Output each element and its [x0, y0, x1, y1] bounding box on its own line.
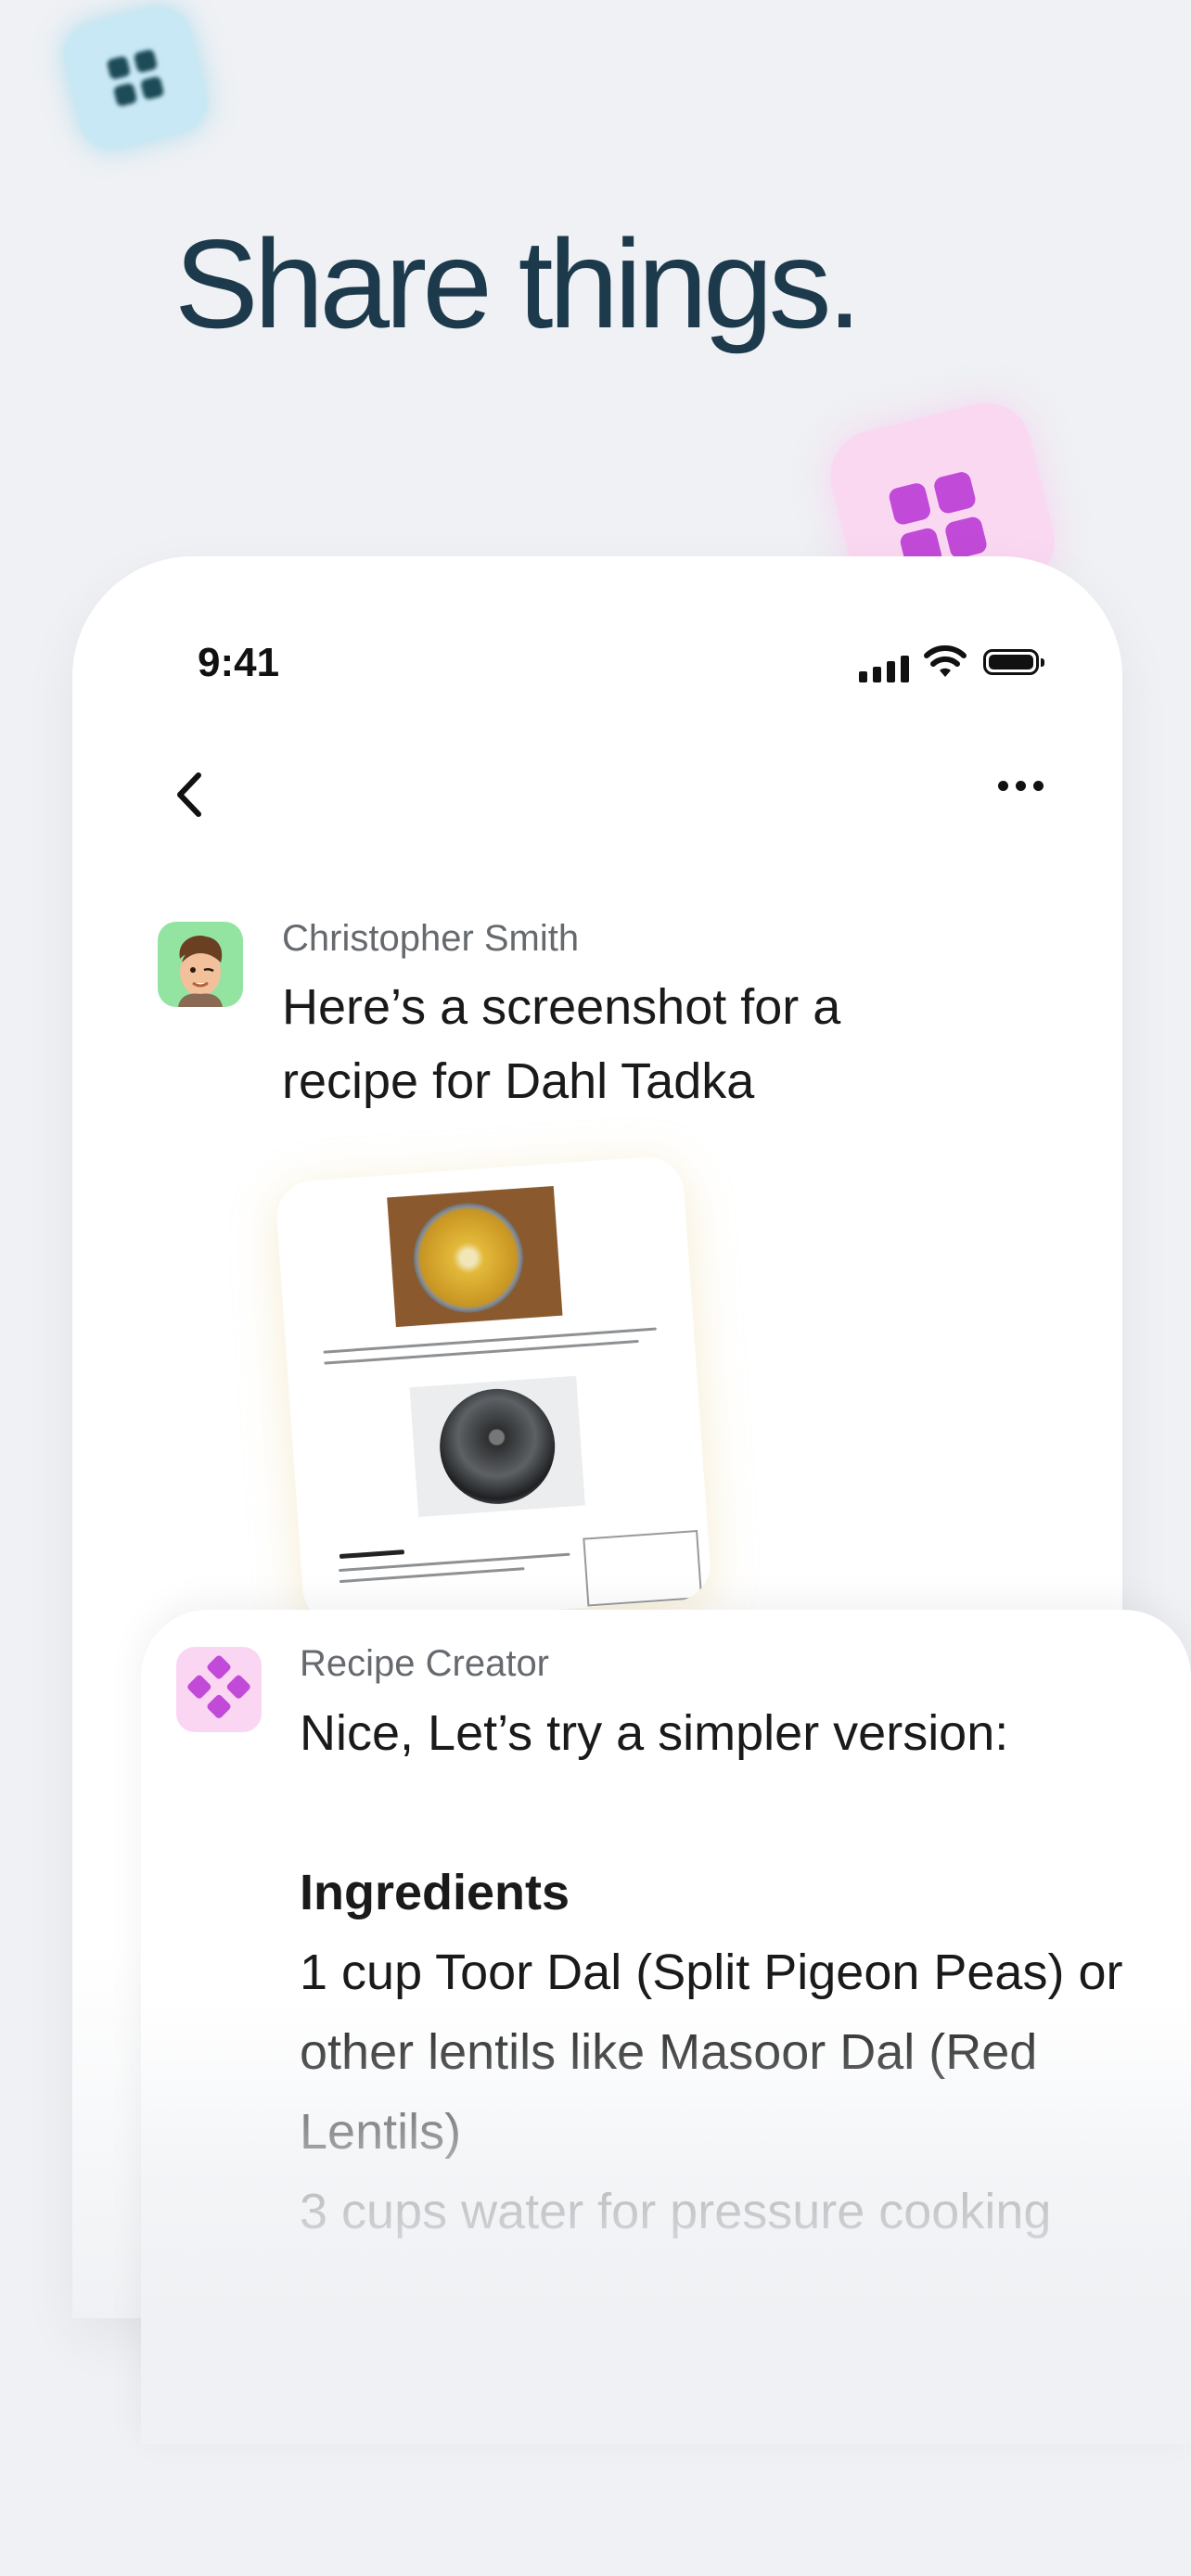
bot-message-body: Nice, Let’s try a simpler version: Ingre… [300, 1693, 1172, 2251]
bot-sender: Recipe Creator [300, 1643, 550, 1684]
cellular-signal-icon [859, 655, 909, 682]
cooker-dal-photo [387, 1185, 563, 1328]
recipe-screenshot-attachment[interactable] [274, 1154, 713, 1627]
battery-icon [983, 649, 1044, 675]
status-bar: 9:41 [72, 640, 1122, 705]
bot-intro: Nice, Let’s try a simpler version: [300, 1705, 1009, 1761]
cooker-lid-photo [409, 1375, 585, 1517]
ingredient-line: 1 cup Toor Dal (Split Pigeon Peas) or ot… [300, 1945, 1123, 2160]
message-sender: Christopher Smith [282, 918, 580, 959]
avatar [158, 922, 243, 1007]
bot-reply-card: Recipe Creator Nice, Let’s try a simpler… [141, 1610, 1191, 2444]
app-grid-icon [57, 0, 214, 157]
more-horizontal-icon[interactable] [983, 762, 1057, 809]
ingredients-heading: Ingredients [300, 1865, 570, 1920]
message-text: Here’s a screenshot for a recipe for Dah… [282, 979, 841, 1109]
section-title-mark [339, 1549, 405, 1560]
sparkle-diamond-icon [176, 1647, 262, 1732]
embedded-note-box [583, 1530, 703, 1607]
chevron-left-icon[interactable] [158, 762, 223, 827]
ingredient-line: 3 cups water for pressure cooking [300, 2184, 1052, 2239]
wifi-icon [924, 645, 967, 677]
headline: Share things. [174, 213, 862, 354]
status-time: 9:41 [198, 640, 280, 685]
